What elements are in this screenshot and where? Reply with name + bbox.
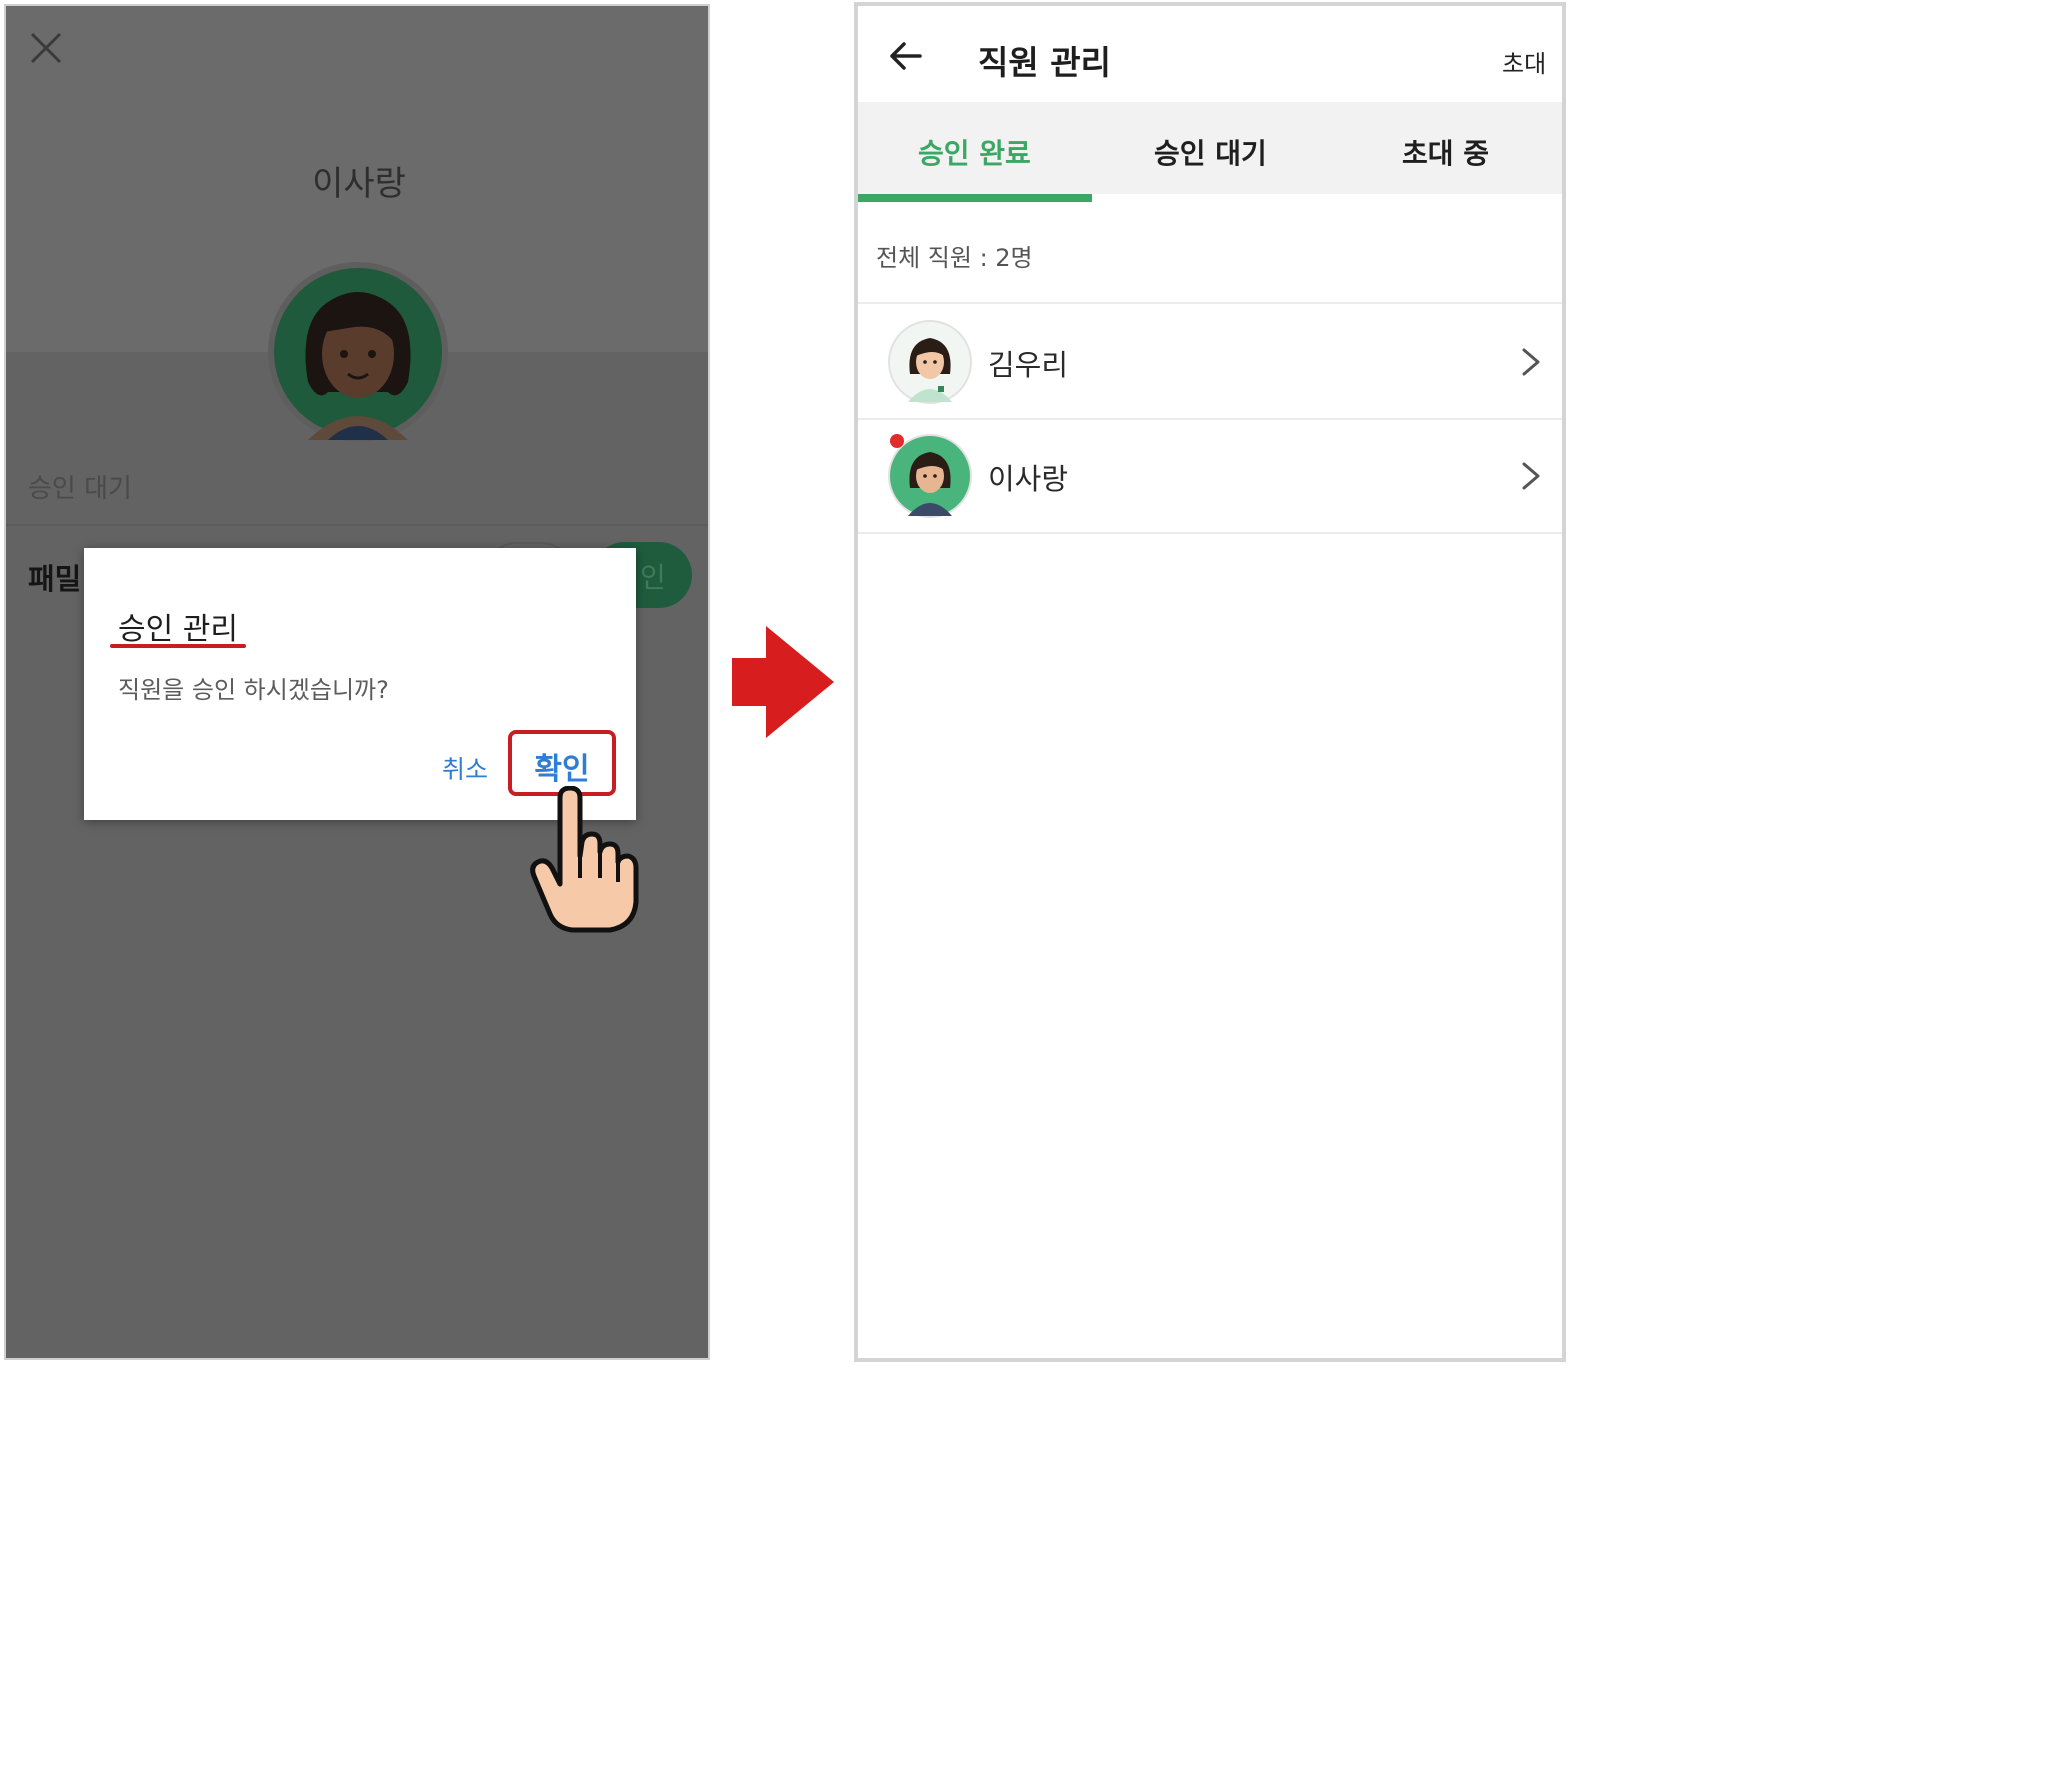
divider xyxy=(6,524,708,526)
dialog-title: 승인 관리 xyxy=(118,612,238,647)
chevron-right-icon xyxy=(1522,462,1540,490)
chevron-right-icon xyxy=(1522,348,1540,376)
employee-name: 김우리 xyxy=(988,348,1069,382)
approval-dialog: 승인 관리 직원을 승인 하시겠습니까? 취소 확인 xyxy=(84,548,636,820)
tab-approved[interactable]: 승인 완료 xyxy=(918,132,1031,172)
dialog-message: 직원을 승인 하시겠습니까? xyxy=(118,676,389,704)
invite-button[interactable]: 초대 xyxy=(1502,44,1546,79)
tab-invited[interactable]: 초대 중 xyxy=(1402,132,1489,172)
right-arrow-icon xyxy=(732,626,834,738)
right-phone-screen: 직원 관리 초대 승인 완료 승인 대기 초대 중 전체 직원 : 2명 김우리 xyxy=(854,2,1566,1362)
approve-pill-label: 인 xyxy=(640,561,666,594)
employee-row[interactable]: 김우리 xyxy=(858,306,1562,418)
total-employee-count: 전체 직원 : 2명 xyxy=(876,244,1033,272)
avatar xyxy=(268,262,448,442)
employee-name: 이사랑 xyxy=(988,462,1069,496)
page-title: 직원 관리 xyxy=(978,43,1111,82)
cancel-button[interactable]: 취소 xyxy=(442,750,488,786)
avatar xyxy=(888,320,972,404)
family-label: 패밀 xyxy=(28,562,82,596)
active-tab-indicator xyxy=(858,194,1092,202)
confirm-button[interactable]: 확인 xyxy=(508,744,616,788)
employee-name: 이사랑 xyxy=(312,164,406,204)
new-badge-dot xyxy=(890,434,904,448)
back-arrow-icon[interactable] xyxy=(886,36,926,76)
divider xyxy=(858,532,1562,534)
hand-pointer-icon xyxy=(530,786,639,933)
divider xyxy=(858,302,1562,304)
title-highlight-underline xyxy=(110,644,246,648)
employee-row[interactable]: 이사랑 xyxy=(858,420,1562,532)
close-icon[interactable] xyxy=(28,30,64,66)
approval-status-label: 승인 대기 xyxy=(28,474,132,504)
tab-pending[interactable]: 승인 대기 xyxy=(1154,132,1267,172)
left-phone-screen: 이사랑 승인 대기 패밀 인 승인 관리 직원을 승인 하시겠습니까? 취소 확… xyxy=(4,4,710,1360)
